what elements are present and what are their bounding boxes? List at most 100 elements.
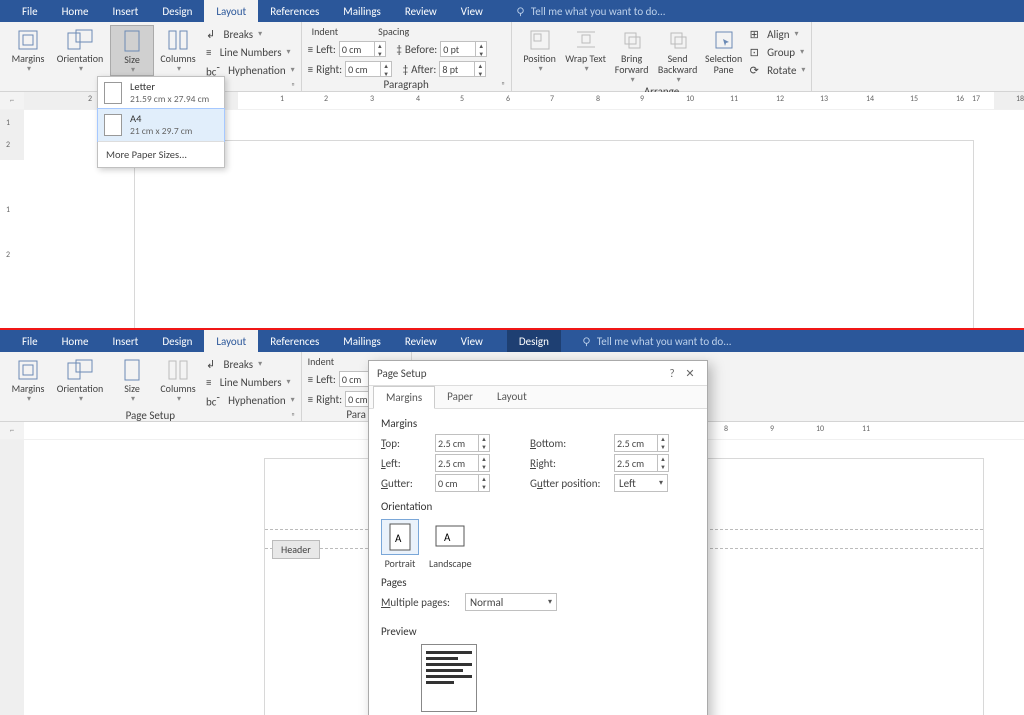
indent-right-input[interactable]: ▲▼: [345, 61, 392, 77]
tab-file[interactable]: File: [10, 330, 50, 352]
line-numbers-button[interactable]: ≡ Line Numbers▾: [206, 43, 295, 61]
tab-references[interactable]: References: [258, 0, 331, 22]
more-paper-sizes[interactable]: More Paper Sizes...: [98, 141, 224, 167]
tab-references[interactable]: References: [258, 330, 331, 352]
multiple-pages-select[interactable]: Normal▾: [465, 593, 557, 611]
ruler-number: 3: [370, 94, 374, 104]
paragraph-launcher[interactable]: ▫: [501, 78, 504, 89]
orientation-landscape[interactable]: A Landscape: [429, 519, 472, 570]
tab-insert[interactable]: Insert: [101, 0, 151, 22]
ribbon-tabs-bottom: File Home Insert Design Layout Reference…: [0, 330, 1024, 352]
size-option-letter[interactable]: Letter21.59 cm x 27.94 cm: [98, 77, 224, 109]
page-setup-launcher[interactable]: ▫: [291, 79, 294, 90]
margins-icon: [14, 358, 42, 382]
size-button[interactable]: Size▾: [110, 25, 154, 76]
top-margin-input[interactable]: ▲▼: [435, 434, 490, 452]
preview-section-label: Preview: [381, 625, 695, 638]
tab-layout[interactable]: Layout: [204, 330, 258, 352]
indent-label: Indent: [312, 25, 339, 38]
bottom-margin-input[interactable]: ▲▼: [614, 434, 669, 452]
size-option-a4[interactable]: A421 cm x 29.7 cm: [97, 108, 225, 142]
tab-design[interactable]: Design: [150, 0, 204, 22]
ruler-number: 10: [816, 424, 824, 434]
page-setup-dialog: Page Setup ? ✕ Margins Paper Layout Marg…: [368, 360, 708, 715]
selection-pane-icon: [710, 28, 738, 52]
gutter-input[interactable]: ▲▼: [435, 474, 490, 492]
tab-mailings[interactable]: Mailings: [331, 0, 393, 22]
tab-layout[interactable]: Layout: [204, 0, 258, 22]
line-numbers-icon: ≡: [206, 46, 211, 59]
vertical-ruler-top[interactable]: 1 2 1 2: [0, 110, 24, 328]
vertical-ruler-bottom[interactable]: [0, 440, 24, 715]
dialog-close-button[interactable]: ✕: [681, 367, 699, 380]
ruler-number: 8: [596, 94, 600, 104]
line-numbers-button[interactable]: ≡ Line Numbers▾: [206, 373, 295, 391]
position-button: Position▾: [518, 25, 562, 74]
orientation-button[interactable]: Orientation▾: [52, 355, 108, 404]
dialog-tab-paper[interactable]: Paper: [435, 386, 485, 408]
after-label: After:: [411, 63, 436, 76]
breaks-button[interactable]: ↲ Breaks▾: [206, 25, 295, 43]
selection-pane-button[interactable]: Selection Pane: [702, 25, 746, 75]
page-setup-launcher[interactable]: ▫: [291, 409, 294, 420]
left-margin-input[interactable]: ▲▼: [435, 454, 490, 472]
size-dropdown-menu: Letter21.59 cm x 27.94 cm A421 cm x 29.7…: [97, 76, 225, 168]
ruler-number: 2: [88, 94, 92, 104]
svg-text:A: A: [444, 531, 451, 544]
ruler-number: 11: [730, 94, 738, 104]
columns-button[interactable]: Columns▾: [156, 25, 200, 74]
spacing-after-input[interactable]: ▲▼: [439, 61, 486, 77]
orientation-button[interactable]: Orientation▾: [52, 25, 108, 74]
tab-insert[interactable]: Insert: [101, 330, 151, 352]
bring-forward-icon: [618, 28, 646, 52]
tab-mailings[interactable]: Mailings: [331, 330, 393, 352]
align-button[interactable]: ⊞ Align▾: [750, 25, 806, 43]
tab-review[interactable]: Review: [393, 330, 449, 352]
tell-me-search[interactable]: Tell me what you want to do...: [561, 330, 732, 352]
hyphenation-button[interactable]: bc- Hyphenation▾: [206, 391, 295, 409]
gutter-position-select[interactable]: Left▾: [614, 474, 668, 492]
right-margin-input[interactable]: ▲▼: [614, 454, 669, 472]
margins-button[interactable]: Margins▾: [6, 25, 50, 74]
group-icon: ⊡: [750, 46, 759, 59]
ruler-number: 9: [640, 94, 644, 104]
tell-me-search[interactable]: Tell me what you want to do...: [495, 0, 666, 22]
bring-forward-button: Bring Forward▾: [610, 25, 654, 85]
page: [134, 140, 974, 328]
tab-review[interactable]: Review: [393, 0, 449, 22]
chevron-down-icon: ▾: [177, 64, 181, 74]
tab-view[interactable]: View: [449, 0, 495, 22]
svg-text:A: A: [395, 532, 402, 545]
tab-home[interactable]: Home: [50, 0, 101, 22]
page-icon: [104, 82, 122, 104]
group-paragraph: Indent Spacing ≡ Left: ▲▼ ‡ Before: ▲▼ ≡…: [302, 22, 512, 91]
ruler-number: 13: [820, 94, 828, 104]
send-backward-icon: [664, 28, 692, 52]
context-tab-design[interactable]: Design: [507, 330, 561, 352]
ruler-number: 18: [1016, 94, 1024, 104]
chevron-down-icon: ▾: [27, 64, 31, 74]
breaks-button[interactable]: ↲ Breaks▾: [206, 355, 295, 373]
wrap-text-button: Wrap Text▾: [564, 25, 608, 74]
ruler-number: 5: [460, 94, 464, 104]
indent-left-input[interactable]: ▲▼: [339, 41, 386, 57]
breaks-icon: ↲: [206, 358, 215, 371]
chevron-down-icon: ▾: [131, 65, 135, 75]
ruler-number: 2: [324, 94, 328, 104]
dialog-tab-margins[interactable]: Margins: [373, 386, 435, 409]
orientation-portrait[interactable]: A Portrait: [381, 519, 419, 570]
size-button[interactable]: Size▾: [110, 355, 154, 404]
margins-button[interactable]: Margins▾: [6, 355, 50, 404]
tab-file[interactable]: File: [10, 0, 50, 22]
ruler-number: 16: [956, 94, 964, 104]
tab-view[interactable]: View: [449, 330, 495, 352]
top-margin-label: Top:: [381, 437, 435, 450]
dialog-tab-layout[interactable]: Layout: [485, 386, 539, 408]
spacing-before-input[interactable]: ▲▼: [440, 41, 487, 57]
right-margin-label: Right:: [530, 457, 614, 470]
dialog-help-button[interactable]: ?: [663, 367, 681, 380]
tab-design[interactable]: Design: [150, 330, 204, 352]
pages-section-label: Pages: [381, 576, 695, 589]
lightbulb-icon: [581, 336, 592, 347]
tab-home[interactable]: Home: [50, 330, 101, 352]
